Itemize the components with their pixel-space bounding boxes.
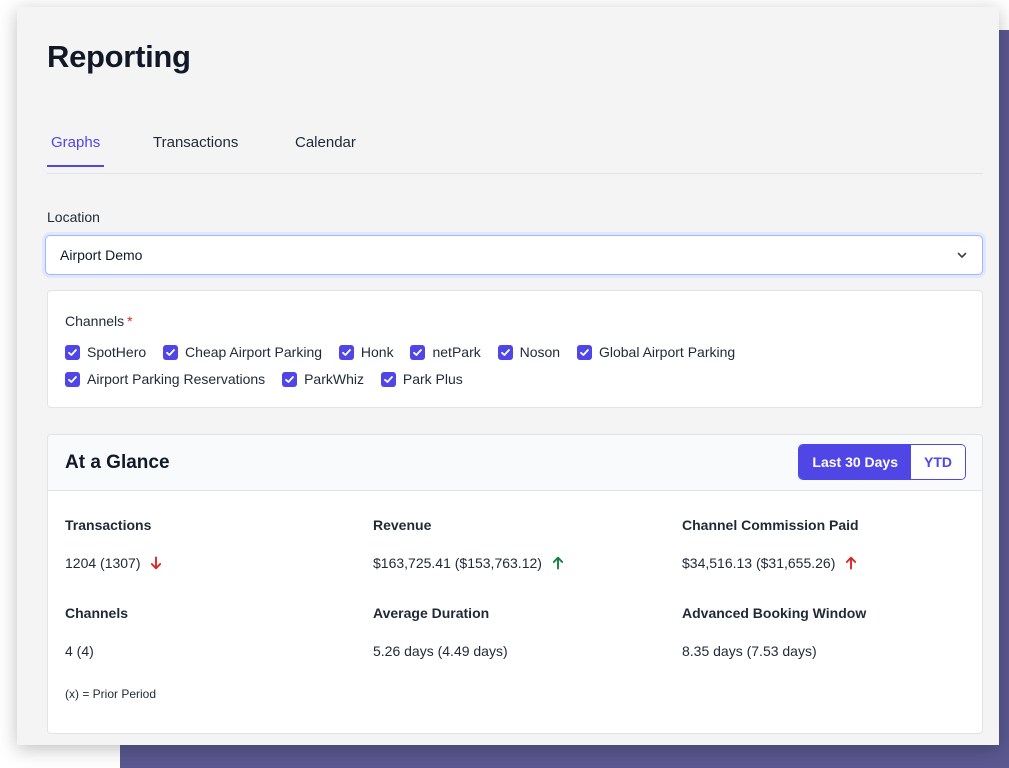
stat-value-advanced-booking-window: 8.35 days (7.53 days) [682, 643, 817, 659]
checkbox-checked-icon[interactable] [163, 345, 179, 360]
last-30-days-button[interactable]: Last 30 Days [799, 445, 911, 479]
checkbox-checked-icon[interactable] [282, 372, 298, 387]
channel-checkbox-spothero[interactable]: SpotHero [65, 344, 146, 360]
stat-value-transactions: 1204 (1307) [65, 555, 162, 571]
checkbox-checked-icon[interactable] [410, 345, 426, 360]
stat-label-channel-commission-paid: Channel Commission Paid [682, 517, 859, 533]
at-a-glance-card: At a Glance Last 30 Days YTD Transaction… [47, 434, 983, 734]
channels-row-1: SpotHero Cheap Airport Parking Honk netP… [65, 344, 748, 360]
stat-label-revenue: Revenue [373, 517, 432, 533]
channel-label: Park Plus [402, 371, 463, 387]
stat-value-revenue: $163,725.41 ($153,763.12) [373, 555, 564, 571]
at-a-glance-header: At a Glance Last 30 Days YTD [48, 435, 982, 491]
tab-bar: Graphs Transactions Calendar [47, 127, 983, 174]
tab-transactions[interactable]: Transactions [153, 134, 238, 165]
channel-checkbox-noson[interactable]: Noson [497, 344, 561, 360]
ytd-button[interactable]: YTD [911, 445, 965, 479]
stat-value-text: $163,725.41 ($153,763.12) [373, 555, 542, 571]
stat-value-text: $34,516.13 ($31,655.26) [682, 555, 836, 571]
channel-label: Global Airport Parking [598, 344, 736, 360]
required-mark: * [127, 313, 133, 329]
stat-value-average-duration: 5.26 days (4.49 days) [373, 643, 508, 659]
stat-label-average-duration: Average Duration [373, 605, 490, 621]
channel-label: netPark [432, 344, 481, 360]
prior-period-footnote: (x) = Prior Period [65, 687, 157, 701]
channel-label: ParkWhiz [304, 371, 364, 387]
date-range-toggle: Last 30 Days YTD [798, 444, 966, 480]
tab-graphs[interactable]: Graphs [47, 134, 105, 167]
stat-label-transactions: Transactions [65, 517, 152, 533]
arrow-down-icon [151, 556, 162, 570]
stat-value-channels: 4 (4) [65, 643, 94, 659]
channels-card: Channels * SpotHero Cheap Airport Parking… [47, 290, 983, 408]
checkbox-checked-icon[interactable] [497, 345, 513, 360]
stat-value-text: 1204 (1307) [65, 555, 141, 571]
page-title: Reporting [47, 39, 191, 74]
checkbox-checked-icon[interactable] [65, 372, 80, 387]
tab-calendar[interactable]: Calendar [295, 134, 356, 165]
channels-title: Channels [65, 313, 125, 329]
channel-checkbox-honk[interactable]: Honk [338, 344, 394, 360]
checkbox-checked-icon[interactable] [380, 372, 396, 387]
channel-label: Cheap Airport Parking [185, 344, 323, 360]
channel-checkbox-park-plus[interactable]: Park Plus [380, 371, 463, 387]
at-a-glance-title: At a Glance [65, 452, 170, 473]
arrow-up-icon [552, 556, 563, 570]
checkbox-checked-icon[interactable] [576, 345, 592, 360]
channel-label: Honk [360, 344, 394, 360]
channels-heading: Channels * [65, 313, 133, 329]
stat-label-channels: Channels [65, 605, 129, 621]
checkbox-checked-icon[interactable] [65, 345, 80, 360]
channel-checkbox-cheap-airport-parking[interactable]: Cheap Airport Parking [163, 344, 322, 360]
location-selected-value: Airport Demo [60, 247, 143, 263]
arrow-up-icon [846, 556, 857, 570]
location-select[interactable]: Airport Demo [45, 235, 983, 275]
channels-row-2: Airport Parking Reservations ParkWhiz Pa… [65, 371, 476, 387]
channel-checkbox-netpark[interactable]: netPark [410, 344, 481, 360]
checkbox-checked-icon[interactable] [338, 345, 354, 360]
channel-label: Airport Parking Reservations [87, 371, 266, 387]
channel-checkbox-airport-parking-reservations[interactable]: Airport Parking Reservations [65, 371, 265, 387]
channel-checkbox-global-airport-parking[interactable]: Global Airport Parking [576, 344, 736, 360]
channel-label: Noson [519, 344, 561, 360]
chevron-down-icon [957, 252, 967, 258]
location-label: Location [47, 209, 100, 225]
channel-label: SpotHero [87, 344, 147, 360]
stat-value-channel-commission-paid: $34,516.13 ($31,655.26) [682, 555, 857, 571]
reporting-panel: Reporting Graphs Transactions Calendar L… [17, 7, 999, 745]
stat-label-advanced-booking-window: Advanced Booking Window [682, 605, 867, 621]
channel-checkbox-parkwhiz[interactable]: ParkWhiz [282, 371, 364, 387]
